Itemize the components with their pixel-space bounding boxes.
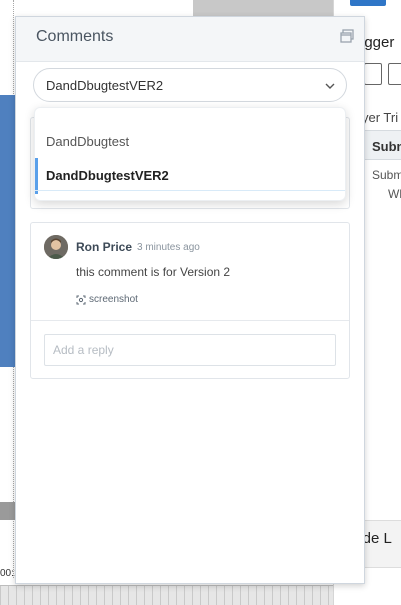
panel-title: Comments [36, 28, 114, 45]
restore-window-icon[interactable] [340, 29, 354, 43]
version-option-selected[interactable]: DandDbugtestVER2 [35, 158, 345, 194]
avatar [44, 235, 68, 259]
dropdown-divider [35, 190, 345, 191]
triggers-table-header-cell: Subm [372, 139, 401, 154]
background-toolbar-strip [193, 0, 333, 16]
version-select[interactable]: DandDbugtestVER2 [33, 68, 347, 102]
screenshot-label: screenshot [89, 294, 138, 305]
layer-triggers-label: yer Tri [362, 110, 399, 125]
screenshot-attachment[interactable]: screenshot [76, 294, 138, 305]
comments-panel-header: Comments [16, 17, 364, 62]
comment-author: Ron Price [76, 240, 133, 254]
version-dropdown-menu: DandDbugtest DandDbugtestVER2 [34, 107, 346, 201]
edit-trigger-icon[interactable] [388, 63, 401, 85]
comment-card: Ron Price 3 minutes ago this comment is … [30, 222, 350, 379]
chevron-down-icon [325, 83, 335, 89]
triggers-table-cell-when: Wh [388, 187, 401, 201]
triggers-panel-tab-indicator [350, 0, 386, 6]
comments-panel: Comments DandDbugtestVER2 DandDbugtest D… [15, 16, 365, 584]
triggers-table-cell[interactable]: Subm [372, 168, 401, 182]
comment-text: this comment is for Version 2 [76, 265, 231, 279]
version-option[interactable]: DandDbugtest [35, 124, 345, 160]
comment-timestamp: 3 minutes ago [137, 242, 200, 253]
timeline-ruler [0, 585, 333, 605]
version-select-value: DandDbugtestVER2 [46, 78, 164, 93]
reply-input[interactable] [44, 334, 336, 366]
new-trigger-icon[interactable] [364, 63, 382, 85]
screenshot-icon [76, 295, 86, 304]
comment-divider [31, 320, 349, 321]
stage-gray-object [0, 502, 15, 520]
stage-slide-object [0, 95, 15, 367]
